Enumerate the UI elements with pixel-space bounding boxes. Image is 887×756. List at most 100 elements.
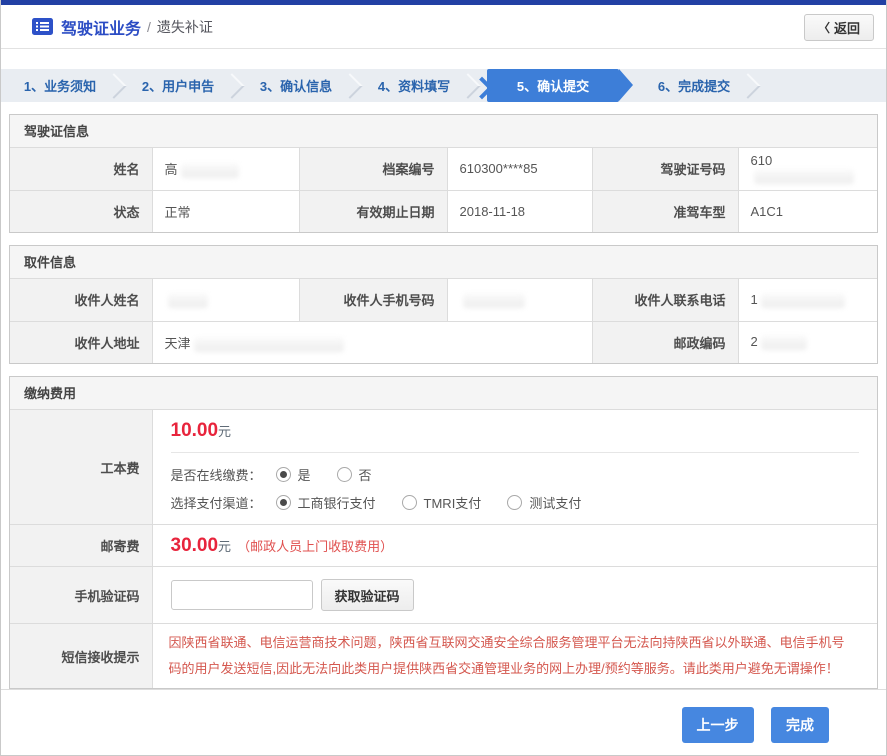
postcode-label: 邮政编码 xyxy=(592,321,738,363)
radio-checked-icon[interactable] xyxy=(276,495,291,510)
fees-section: 缴纳费用 工本费 10.00元 是否在线缴费： 是 xyxy=(9,376,878,689)
recipient-name-value xyxy=(152,279,299,321)
radio-label: 工商银行支付 xyxy=(298,493,376,512)
recipient-phone-value: 1 xyxy=(738,279,877,321)
license-business-icon xyxy=(32,18,53,35)
online-payment-question: 是否在线缴费： xyxy=(171,465,262,484)
step-2-user-declaration[interactable]: 2、用户申告 xyxy=(119,69,237,102)
recipient-name-label: 收件人姓名 xyxy=(10,279,152,321)
license-number-label: 驾驶证号码 xyxy=(592,148,738,190)
radio-label: 测试支付 xyxy=(529,493,581,512)
redacted-value xyxy=(181,163,239,178)
expiry-label: 有效期止日期 xyxy=(299,190,447,232)
license-info-section: 驾驶证信息 姓名 高 档案编号 610300****85 驾驶证号码 610 状… xyxy=(9,114,878,233)
license-number-value: 610 xyxy=(738,148,877,190)
table-row: 姓名 高 档案编号 610300****85 驾驶证号码 610 xyxy=(10,148,877,190)
production-fee-unit: 元 xyxy=(218,424,231,439)
breadcrumb-separator: / xyxy=(147,19,151,35)
payment-channel-row: 选择支付渠道： 工商银行支付 TMRI支付 测试支付 xyxy=(171,493,860,512)
postage-fee-unit: 元 xyxy=(218,539,231,554)
divider xyxy=(171,452,860,453)
postage-fee-note: （邮政人员上门收取费用） xyxy=(237,539,393,554)
table-row: 工本费 10.00元 是否在线缴费： 是 xyxy=(10,410,877,525)
postcode-value: 2 xyxy=(738,321,877,363)
step-progress-bar: 1、业务须知 2、用户申告 3、确认信息 4、资料填写 5、确认提交 6、完成提… xyxy=(1,69,886,102)
production-fee-amount: 10.00 xyxy=(171,420,219,441)
production-fee-amount-row: 10.00元 xyxy=(171,420,860,442)
page: 驾驶证业务 / 遗失补证 〈 返回 1、业务须知 2、用户申告 3、确认信息 4… xyxy=(0,0,887,756)
previous-step-button[interactable]: 上一步 xyxy=(682,707,754,743)
fees-table: 工本费 10.00元 是否在线缴费： 是 xyxy=(10,410,877,688)
back-label: 返回 xyxy=(834,18,860,37)
online-payment-option-no[interactable]: 否 xyxy=(337,465,372,484)
finish-button[interactable]: 完成 xyxy=(771,707,829,743)
recipient-phone-label: 收件人联系电话 xyxy=(592,279,738,321)
license-info-table: 姓名 高 档案编号 610300****85 驾驶证号码 610 状态 正常 有… xyxy=(10,148,877,232)
sms-code-input[interactable] xyxy=(171,580,313,610)
page-title: 驾驶证业务 xyxy=(61,15,141,39)
redacted-value xyxy=(761,335,807,350)
fees-title: 缴纳费用 xyxy=(10,377,877,410)
channel-option-tmri[interactable]: TMRI支付 xyxy=(402,493,482,512)
breadcrumb-current: 遗失补证 xyxy=(157,17,213,37)
name-value: 高 xyxy=(152,148,299,190)
channel-option-icbc[interactable]: 工商银行支付 xyxy=(276,493,376,512)
chevron-right-icon xyxy=(735,73,760,98)
step-label: 5、确认提交 xyxy=(517,76,589,95)
postage-fee-value: 30.00元（邮政人员上门收取费用） xyxy=(152,525,877,567)
step-label: 6、完成提交 xyxy=(658,76,730,95)
back-chevron-icon: 〈 xyxy=(818,19,830,36)
table-row: 收件人地址 天津 邮政编码 2 xyxy=(10,321,877,363)
step-5-confirm-submit-active[interactable]: 5、确认提交 xyxy=(487,69,619,102)
table-row: 收件人姓名 收件人手机号码 收件人联系电话 1 xyxy=(10,279,877,321)
step-label: 2、用户申告 xyxy=(142,76,214,95)
license-info-title: 驾驶证信息 xyxy=(10,115,877,148)
radio-label: 否 xyxy=(359,465,372,484)
sms-notice-cell: 因陕西省联通、电信运营商技术问题，陕西省互联网交通安全综合服务管理平台无法向持陕… xyxy=(152,624,877,689)
step-4-fill-materials[interactable]: 4、资料填写 xyxy=(355,69,473,102)
radio-unchecked-icon[interactable] xyxy=(507,495,522,510)
status-label: 状态 xyxy=(10,190,152,232)
table-row: 状态 正常 有效期止日期 2018-11-18 准驾车型 A1C1 xyxy=(10,190,877,232)
status-value: 正常 xyxy=(152,190,299,232)
radio-unchecked-icon[interactable] xyxy=(402,495,417,510)
step-6-complete-submit[interactable]: 6、完成提交 xyxy=(635,69,753,102)
sms-notice-text: 因陕西省联通、电信运营商技术问题，陕西省互联网交通安全综合服务管理平台无法向持陕… xyxy=(167,624,866,688)
sms-code-label: 手机验证码 xyxy=(10,567,152,624)
redacted-value xyxy=(194,337,344,352)
expiry-value: 2018-11-18 xyxy=(447,190,592,232)
step-label: 4、资料填写 xyxy=(378,76,450,95)
radio-unchecked-icon[interactable] xyxy=(337,467,352,482)
pickup-info-table: 收件人姓名 收件人手机号码 收件人联系电话 1 收件人地址 天津 邮政编码 2 xyxy=(10,279,877,363)
vehicle-class-value: A1C1 xyxy=(738,190,877,232)
radio-label: 是 xyxy=(298,465,311,484)
recipient-address-label: 收件人地址 xyxy=(10,321,152,363)
sms-notice-label: 短信接收提示 xyxy=(10,624,152,689)
redacted-value xyxy=(168,293,208,308)
page-header: 驾驶证业务 / 遗失补证 〈 返回 xyxy=(1,5,886,49)
back-button[interactable]: 〈 返回 xyxy=(804,14,874,41)
file-number-value: 610300****85 xyxy=(447,148,592,190)
online-payment-question-row: 是否在线缴费： 是 否 xyxy=(171,465,860,484)
table-row: 邮寄费 30.00元（邮政人员上门收取费用） xyxy=(10,525,877,567)
step-label: 3、确认信息 xyxy=(260,76,332,95)
redacted-value xyxy=(754,169,854,184)
recipient-mobile-label: 收件人手机号码 xyxy=(299,279,447,321)
payment-channel-question: 选择支付渠道： xyxy=(171,493,262,512)
production-fee-value: 10.00元 是否在线缴费： 是 否 xyxy=(152,410,877,525)
redacted-value xyxy=(761,293,845,308)
sms-code-cell: 获取验证码 xyxy=(152,567,877,624)
vehicle-class-label: 准驾车型 xyxy=(592,190,738,232)
step-1-business-notice[interactable]: 1、业务须知 xyxy=(1,69,119,102)
pickup-info-section: 取件信息 收件人姓名 收件人手机号码 收件人联系电话 1 收件人地址 天津 邮政… xyxy=(9,245,878,364)
channel-option-test[interactable]: 测试支付 xyxy=(507,493,581,512)
online-payment-option-yes[interactable]: 是 xyxy=(276,465,311,484)
name-label: 姓名 xyxy=(10,148,152,190)
pickup-info-title: 取件信息 xyxy=(10,246,877,279)
postage-fee-label: 邮寄费 xyxy=(10,525,152,567)
get-sms-code-button[interactable]: 获取验证码 xyxy=(321,579,414,611)
file-number-label: 档案编号 xyxy=(299,148,447,190)
radio-checked-icon[interactable] xyxy=(276,467,291,482)
footer-action-bar: 上一步 完成 xyxy=(1,689,886,755)
step-3-confirm-info[interactable]: 3、确认信息 xyxy=(237,69,355,102)
